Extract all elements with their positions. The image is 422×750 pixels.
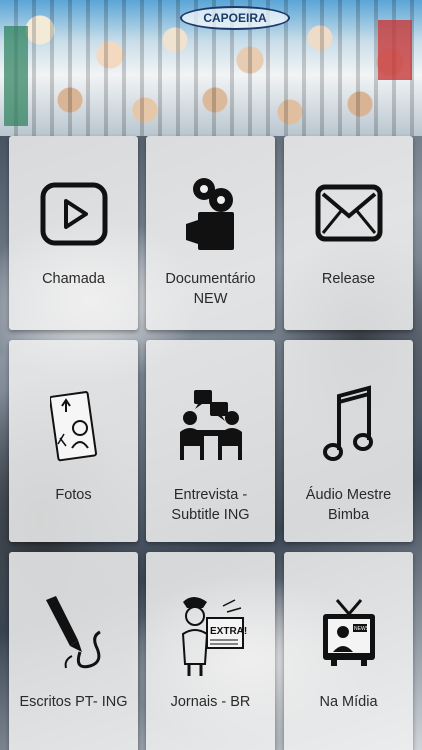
tile-label: Chamada <box>42 271 105 287</box>
tile-documentario[interactable]: Documentário NEW <box>146 136 275 330</box>
tile-entrevista[interactable]: Entrevista - Subtitle ING <box>146 340 275 542</box>
tile-label: Na Mídia <box>319 694 378 710</box>
tile-na-midia[interactable]: NEWS Na Mídia <box>284 552 413 750</box>
header-banner: CAPOEIRA <box>0 0 422 136</box>
tile-label: Entrevista - Subtitle ING <box>171 487 250 523</box>
film-camera-icon <box>184 176 238 257</box>
tile-label: Release <box>321 271 376 287</box>
banner-flag <box>4 26 28 126</box>
news-tv-icon: NEWS <box>319 598 379 673</box>
tile-jornais[interactable]: EXTRA! Jornais - BR <box>146 552 275 750</box>
tile-release[interactable]: Release <box>284 136 413 330</box>
tile-label: Documentário NEW <box>165 271 256 307</box>
tile-chamada[interactable]: Chamada <box>9 136 138 330</box>
svg-text:NEWS: NEWS <box>354 626 370 632</box>
tile-escritos[interactable]: Escritos PT- ING <box>9 552 138 750</box>
tile-label: Escritos PT- ING <box>19 694 128 710</box>
tile-fotos[interactable]: Fotos <box>9 340 138 542</box>
tile-label: Áudio Mestre Bimba <box>305 487 392 523</box>
fountain-pen-icon <box>42 594 106 683</box>
tile-audio-mestre-bimba[interactable]: Áudio Mestre Bimba <box>284 340 413 542</box>
interview-icon <box>176 388 246 467</box>
tile-label: Fotos <box>55 487 92 503</box>
envelope-icon <box>315 184 383 247</box>
newspaper-boy-icon: EXTRA! <box>175 594 247 683</box>
tile-label: Jornais - BR <box>170 694 251 710</box>
banner-sign: CAPOEIRA <box>180 6 290 30</box>
photo-sketch-icon <box>48 388 98 467</box>
video-play-icon <box>40 182 108 251</box>
banner-flag <box>378 20 412 80</box>
svg-text:EXTRA!: EXTRA! <box>210 626 247 637</box>
music-note-icon <box>322 384 375 473</box>
